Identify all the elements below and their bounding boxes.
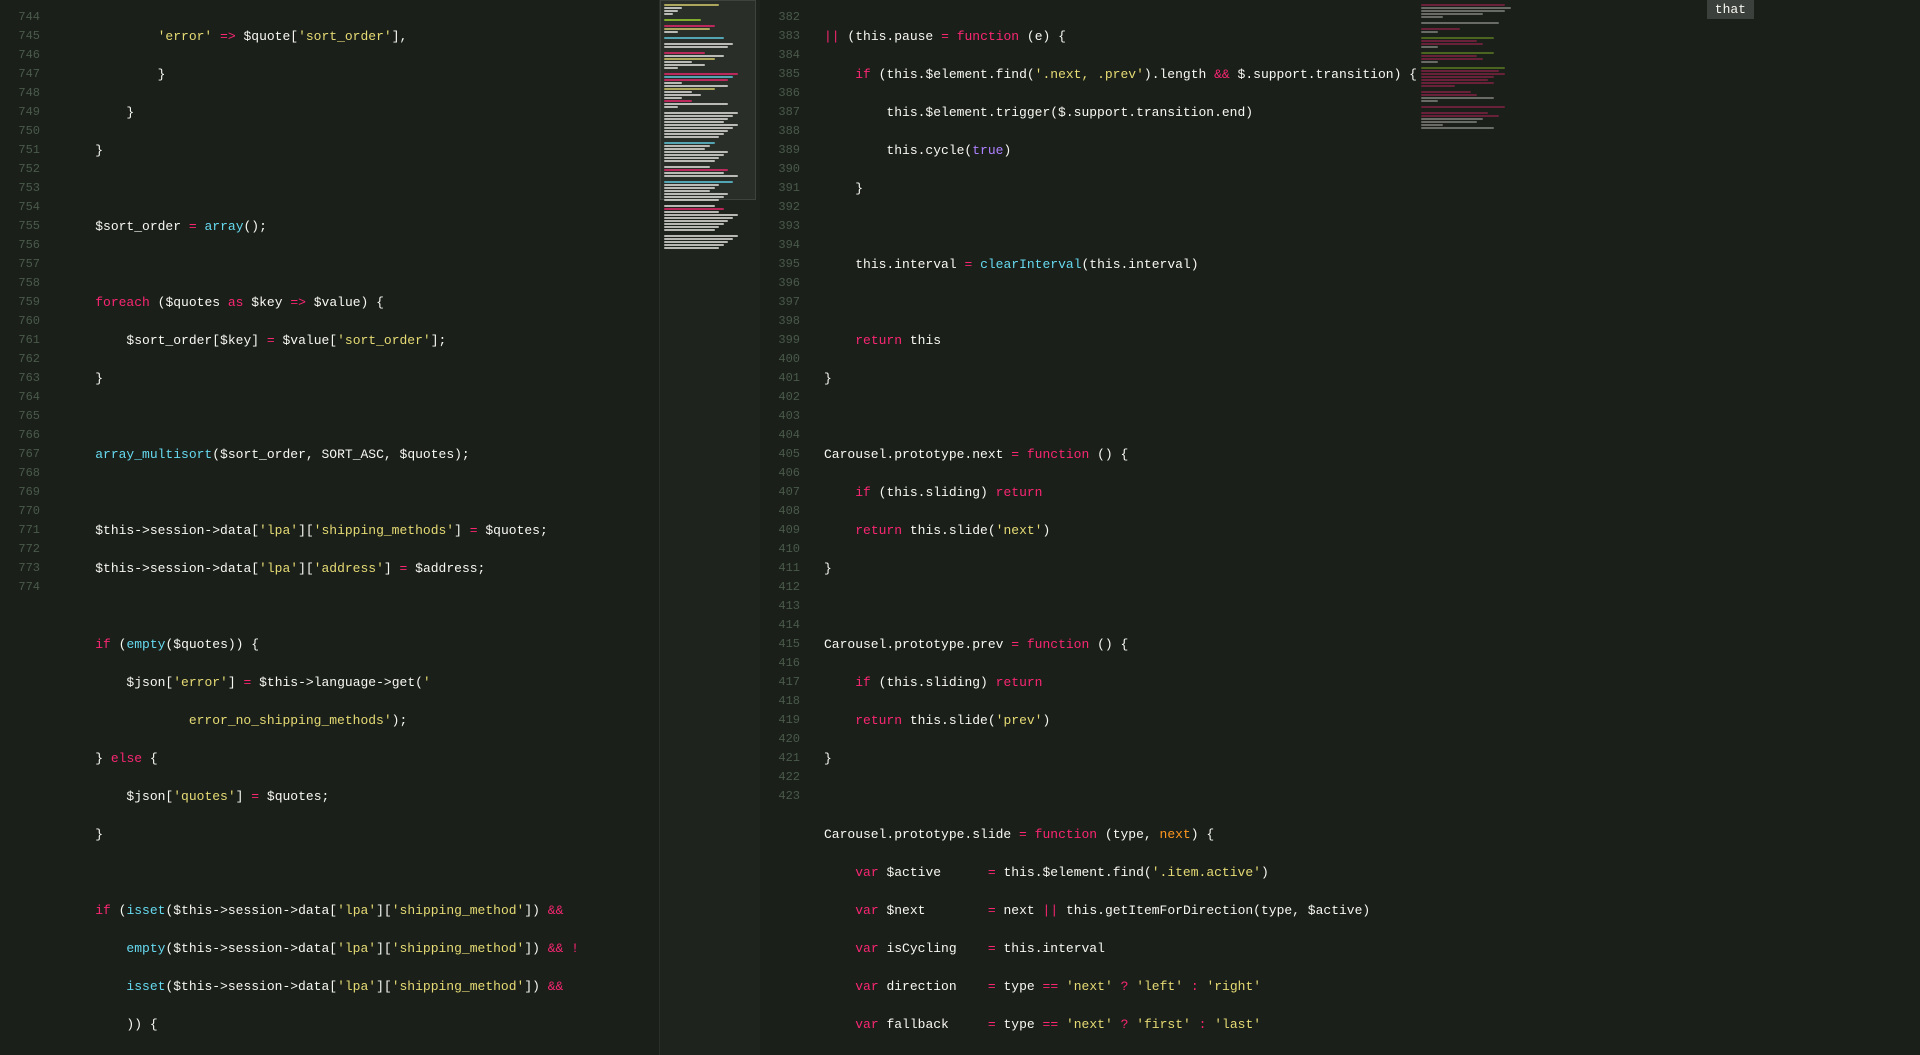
right-code-content[interactable]: || (this.pause = function (e) { if (this…	[812, 0, 1417, 1055]
editor-container: 744 745 746 747 748 749 750 751 752 753 …	[0, 0, 1537, 1055]
right-editor-panel: 382 383 384 385 386 387 388 389 390 391 …	[760, 0, 1417, 1055]
left-minimap	[660, 0, 760, 1055]
right-line-numbers: 382 383 384 385 386 387 388 389 390 391 …	[760, 0, 812, 1055]
left-code-content[interactable]: 'error' => $quote['sort_order'], } } } $…	[52, 0, 659, 1055]
right-minimap	[1417, 0, 1537, 1055]
search-highlight: that	[1707, 0, 1754, 19]
highlighted-word: that	[1715, 2, 1746, 17]
left-editor-panel: 744 745 746 747 748 749 750 751 752 753 …	[0, 0, 660, 1055]
left-line-numbers: 744 745 746 747 748 749 750 751 752 753 …	[0, 0, 52, 1055]
